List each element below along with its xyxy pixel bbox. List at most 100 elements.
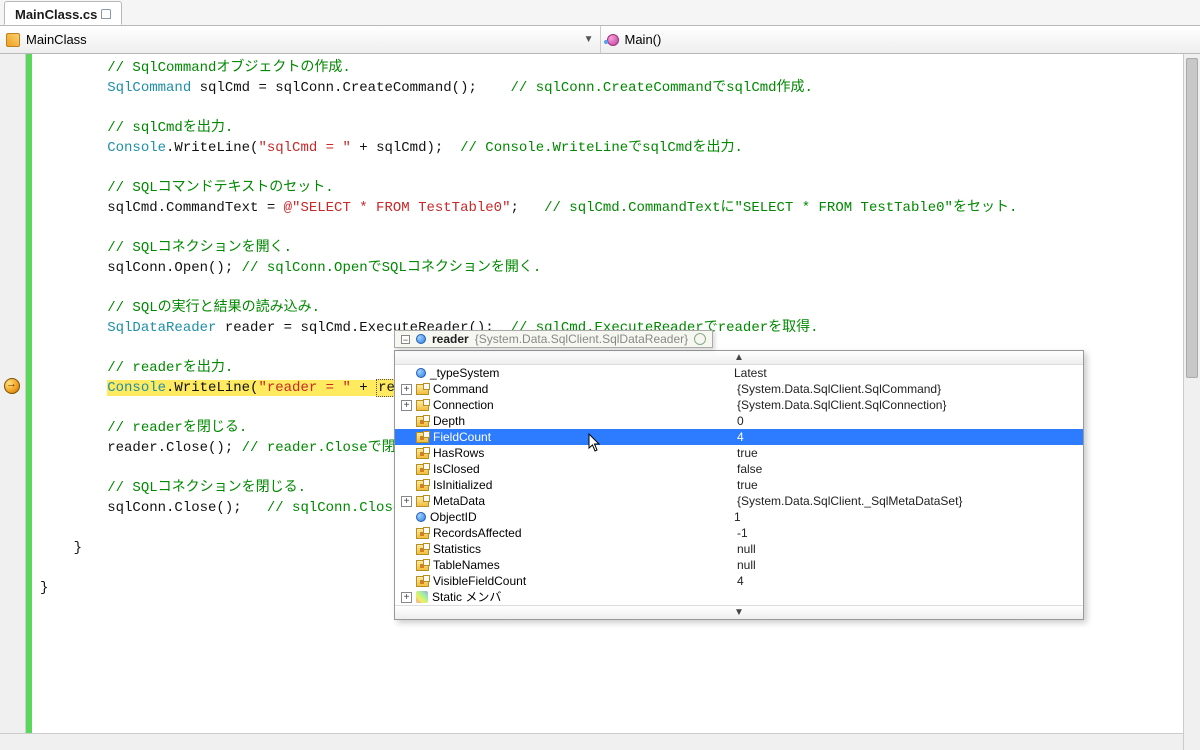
scroll-down-icon[interactable]: ▼ — [395, 605, 1083, 619]
property-value: {System.Data.SqlClient.SqlCommand} — [737, 381, 1083, 397]
debug-property-row[interactable]: +Connection{System.Data.SqlClient.SqlCon… — [395, 397, 1083, 413]
property-value: 1 — [734, 509, 1083, 525]
debug-property-row[interactable]: Depth0 — [395, 413, 1083, 429]
debug-property-row[interactable]: TableNamesnull — [395, 557, 1083, 573]
expander-placeholder — [401, 432, 412, 443]
editor-gutter[interactable] — [0, 54, 26, 750]
property-name: FieldCount — [433, 429, 733, 445]
debug-property-row[interactable]: IsInitializedtrue — [395, 477, 1083, 493]
expander-placeholder — [401, 512, 412, 523]
expand-icon[interactable]: + — [401, 496, 412, 507]
field-icon — [416, 368, 426, 378]
scrollbar-thumb[interactable] — [1186, 58, 1198, 378]
navigation-bar: MainClass ▼ Main() — [0, 26, 1200, 54]
property-name: TableNames — [433, 557, 733, 573]
expander-placeholder — [401, 368, 412, 379]
debug-property-row[interactable]: FieldCount4 — [395, 429, 1083, 445]
property-icon — [416, 496, 429, 507]
dropdown-icon: ▼ — [584, 34, 594, 45]
property-name: IsClosed — [433, 461, 733, 477]
expand-icon[interactable]: + — [401, 384, 412, 395]
property-icon — [416, 544, 429, 555]
expander-placeholder — [401, 448, 412, 459]
expand-icon[interactable]: + — [401, 400, 412, 411]
expander-placeholder — [401, 560, 412, 571]
property-icon — [416, 464, 429, 475]
property-name: HasRows — [433, 445, 733, 461]
class-icon — [6, 33, 20, 47]
property-icon — [416, 416, 429, 427]
debug-tooltip: − reader {System.Data.SqlClient.SqlDataR… — [394, 330, 1084, 620]
property-name: ObjectID — [430, 509, 730, 525]
debug-property-row[interactable]: + MetaData{System.Data.SqlClient._SqlMeta… — [395, 493, 1083, 509]
refresh-icon[interactable] — [694, 333, 706, 345]
expander-placeholder — [401, 416, 412, 427]
debug-property-row[interactable]: + Static メンバ — [395, 589, 1083, 605]
static-members-icon — [416, 591, 428, 603]
horizontal-scrollbar[interactable] — [0, 733, 1183, 750]
debug-property-row[interactable]: ObjectID1 — [395, 509, 1083, 525]
property-value: 0 — [737, 413, 1083, 429]
file-tab[interactable]: MainClass.cs — [4, 1, 122, 25]
debug-tooltip-header[interactable]: − reader {System.Data.SqlClient.SqlDataR… — [394, 330, 713, 348]
property-name: Depth — [433, 413, 733, 429]
debug-property-row[interactable]: VisibleFieldCount4 — [395, 573, 1083, 589]
property-value: {System.Data.SqlClient._SqlMetaDataSet} — [737, 493, 1083, 509]
file-tab-label: MainClass.cs — [15, 7, 97, 22]
debug-property-row[interactable]: + Command{System.Data.SqlClient.SqlComman… — [395, 381, 1083, 397]
property-name: Static メンバ — [432, 589, 732, 605]
property-icon — [416, 560, 429, 571]
execution-pointer-icon[interactable] — [4, 378, 20, 394]
property-name: RecordsAffected — [433, 525, 733, 541]
class-selector[interactable]: MainClass ▼ — [0, 26, 601, 53]
property-name: _typeSystem — [430, 365, 730, 381]
property-value: {System.Data.SqlClient.SqlConnection} — [737, 397, 1083, 413]
property-name: Command — [433, 381, 733, 397]
scroll-up-icon[interactable]: ▲ — [395, 351, 1083, 365]
property-value: 4 — [737, 573, 1083, 589]
debug-property-grid: ▲ _typeSystemLatest+Command{System.Data.… — [394, 350, 1084, 620]
property-value: null — [737, 541, 1083, 557]
expand-icon[interactable]: + — [401, 592, 412, 603]
property-value: false — [737, 461, 1083, 477]
property-value: true — [737, 445, 1083, 461]
property-icon — [416, 384, 429, 395]
expander-placeholder — [401, 480, 412, 491]
field-icon — [416, 512, 426, 522]
property-value: -1 — [737, 525, 1083, 541]
property-icon — [416, 480, 429, 491]
variable-icon — [416, 334, 426, 344]
debug-property-row[interactable]: _typeSystemLatest — [395, 365, 1083, 381]
expander-placeholder — [401, 464, 412, 475]
tooltip-var-name: reader — [432, 332, 469, 346]
class-selector-label: MainClass — [26, 32, 87, 47]
debug-property-row[interactable]: IsClosedfalse — [395, 461, 1083, 477]
property-value: Latest — [734, 365, 1083, 381]
property-name: VisibleFieldCount — [433, 573, 733, 589]
expander-placeholder — [401, 528, 412, 539]
method-icon — [607, 34, 619, 46]
expander-placeholder — [401, 544, 412, 555]
tab-strip: MainClass.cs — [0, 0, 1200, 26]
debug-property-row[interactable]: Statisticsnull — [395, 541, 1083, 557]
collapse-icon[interactable]: − — [401, 335, 410, 344]
property-value: 4 — [737, 429, 1083, 445]
property-icon — [416, 400, 429, 411]
vertical-scrollbar[interactable] — [1183, 54, 1200, 750]
property-value: true — [737, 477, 1083, 493]
lock-icon — [101, 9, 111, 19]
property-name: IsInitialized — [433, 477, 733, 493]
property-icon — [416, 448, 429, 459]
property-name: MetaData — [433, 493, 733, 509]
property-icon — [416, 432, 429, 443]
property-value: null — [737, 557, 1083, 573]
member-selector-label: Main() — [625, 32, 662, 47]
debug-property-row[interactable]: RecordsAffected-1 — [395, 525, 1083, 541]
property-icon — [416, 576, 429, 587]
property-name: Statistics — [433, 541, 733, 557]
member-selector[interactable]: Main() — [601, 26, 1200, 53]
expander-placeholder — [401, 576, 412, 587]
tooltip-var-type: {System.Data.SqlClient.SqlDataReader} — [475, 332, 688, 346]
debug-property-row[interactable]: HasRowstrue — [395, 445, 1083, 461]
property-icon — [416, 528, 429, 539]
